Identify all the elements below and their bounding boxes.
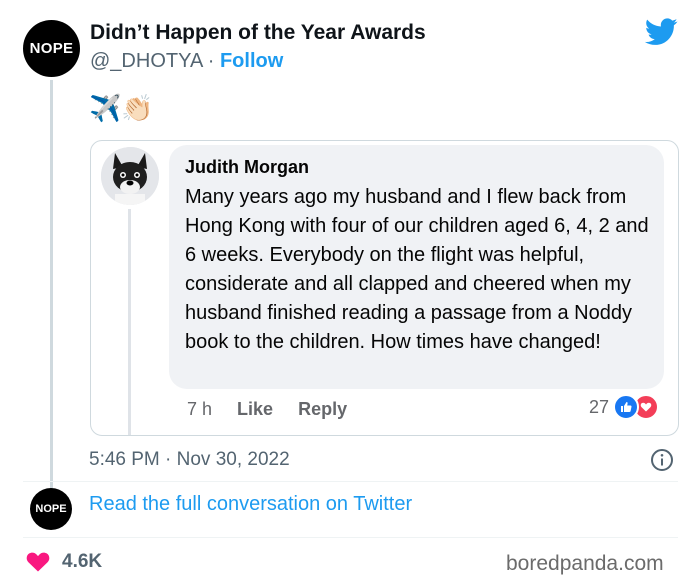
heart-icon[interactable]: [26, 550, 50, 572]
divider: [23, 481, 678, 482]
comment-reactions: 27: [589, 394, 660, 420]
comment-reply-action: Reply: [298, 399, 348, 419]
tweet-timestamp[interactable]: 5:46 PM · Nov 30, 2022: [89, 449, 290, 471]
comment-like-action: Like: [237, 399, 274, 419]
thread-connector-line: [50, 80, 53, 490]
follow-button[interactable]: Follow: [220, 50, 283, 72]
tweet-emoji-text: ✈️👏🏻: [89, 93, 154, 123]
handle-separator: ·: [202, 50, 220, 72]
comment-text: Many years ago my husband and I flew bac…: [185, 186, 649, 353]
divider: [23, 537, 678, 538]
french-bulldog-avatar-icon: [101, 147, 159, 205]
reaction-count: 27: [589, 396, 610, 417]
read-conversation-link[interactable]: Read the full conversation on Twitter: [89, 493, 412, 516]
like-icon: [613, 394, 640, 420]
comment-time: 7 h: [187, 399, 213, 419]
author-avatar[interactable]: NOPE: [23, 20, 80, 77]
author-display-name[interactable]: Didn’t Happen of the Year Awards: [90, 21, 426, 45]
author-handle-row: @_DHOTYA · Follow: [90, 50, 283, 73]
comment-reply-line: [128, 209, 131, 435]
like-count: 4.6K: [62, 551, 103, 572]
comment-bubble: Judith Morgan Many years ago my husband …: [169, 145, 664, 389]
comment-actions: 7 h Like Reply: [187, 399, 367, 420]
author-handle[interactable]: @_DHOTYA: [90, 50, 202, 72]
commenter-name: Judith Morgan: [185, 157, 309, 177]
info-icon[interactable]: [650, 448, 674, 472]
twitter-bird-icon[interactable]: [645, 18, 678, 46]
watermark: boredpanda.com: [506, 552, 664, 575]
reply-avatar[interactable]: NOPE: [30, 488, 72, 530]
commenter-avatar: [101, 147, 159, 205]
embedded-comment-image[interactable]: Judith Morgan Many years ago my husband …: [90, 140, 679, 436]
